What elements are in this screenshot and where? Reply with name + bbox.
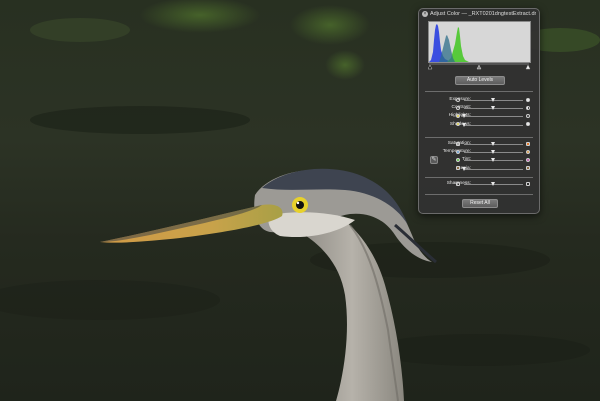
tint-slider-thumb[interactable] bbox=[491, 158, 495, 163]
slider-row-temperature: Temperature: bbox=[419, 148, 539, 156]
sepia-high-icon[interactable] bbox=[526, 166, 530, 171]
slider-row-sharpness: Sharpness: bbox=[419, 180, 539, 188]
levels-slider-track bbox=[427, 63, 531, 70]
contrast-high-icon[interactable] bbox=[526, 105, 530, 110]
adjust-color-panel: × Adjust Color — _RXT0201dngtestExtract.… bbox=[418, 8, 540, 214]
separator bbox=[425, 194, 533, 195]
magenta-tint-icon[interactable] bbox=[526, 157, 530, 162]
histogram bbox=[428, 21, 531, 63]
temperature-slider-thumb[interactable] bbox=[491, 150, 495, 155]
warm-icon[interactable] bbox=[526, 149, 530, 154]
exposure-slider-thumb[interactable] bbox=[491, 98, 495, 102]
slider-row-shadows: Shadows: bbox=[419, 121, 539, 129]
contrast-slider-thumb[interactable] bbox=[491, 106, 495, 111]
exposure-low-icon[interactable] bbox=[456, 97, 460, 102]
sharpness-slider-thumb[interactable] bbox=[491, 182, 495, 186]
saturated-icon[interactable] bbox=[526, 141, 530, 146]
contrast-low-icon[interactable] bbox=[456, 105, 460, 110]
sepia-slider-thumb[interactable] bbox=[461, 166, 466, 171]
sharp-icon[interactable] bbox=[526, 181, 530, 186]
shadows-slider[interactable] bbox=[464, 124, 523, 126]
highlights-slider[interactable] bbox=[464, 116, 523, 118]
shadows-high-icon[interactable] bbox=[526, 122, 530, 127]
highlights-high-icon[interactable] bbox=[526, 113, 530, 118]
levels-slider[interactable] bbox=[427, 63, 531, 70]
eyedropper-icon[interactable]: ✎ bbox=[430, 156, 438, 165]
highlights-slider-thumb[interactable] bbox=[461, 114, 466, 119]
panel-titlebar[interactable]: × Adjust Color — _RXT0201dngtestExtract.… bbox=[419, 9, 539, 19]
slider-row-saturation: Saturation: bbox=[419, 140, 539, 148]
soft-icon[interactable] bbox=[456, 181, 460, 186]
saturation-slider-thumb[interactable] bbox=[491, 142, 495, 146]
sepia-low-icon[interactable] bbox=[456, 166, 460, 171]
slider-row-highlights: Highlights: bbox=[419, 112, 539, 120]
shadows-slider-thumb[interactable] bbox=[461, 122, 466, 127]
panel-title: Adjust Color — _RXT0201dngtestExtract.dn… bbox=[430, 11, 536, 17]
histogram-graph bbox=[429, 24, 469, 62]
desaturated-icon[interactable] bbox=[456, 141, 460, 146]
green-tint-icon[interactable] bbox=[456, 157, 460, 162]
histogram-overlap bbox=[439, 35, 455, 62]
separator bbox=[425, 91, 533, 92]
slider-row-tint: Tint:✎ bbox=[419, 156, 539, 165]
slider-row-sepia: Sepia: bbox=[419, 165, 539, 173]
close-icon[interactable]: × bbox=[422, 11, 428, 17]
sepia-slider[interactable] bbox=[464, 168, 523, 170]
slider-row-exposure: Exposure: bbox=[419, 96, 539, 104]
exposure-high-icon[interactable] bbox=[526, 97, 530, 102]
white-point-knob bbox=[525, 64, 531, 70]
reset-all-button[interactable]: Reset All bbox=[462, 199, 498, 208]
separator bbox=[425, 177, 533, 178]
slider-row-contrast: Contrast: bbox=[419, 104, 539, 112]
black-point-knob bbox=[427, 64, 433, 70]
midpoint-knob bbox=[476, 64, 482, 70]
auto-levels-button[interactable]: Auto Levels bbox=[455, 76, 505, 85]
highlights-low-icon[interactable] bbox=[456, 113, 460, 118]
separator bbox=[425, 137, 533, 138]
cool-icon[interactable] bbox=[456, 149, 460, 154]
